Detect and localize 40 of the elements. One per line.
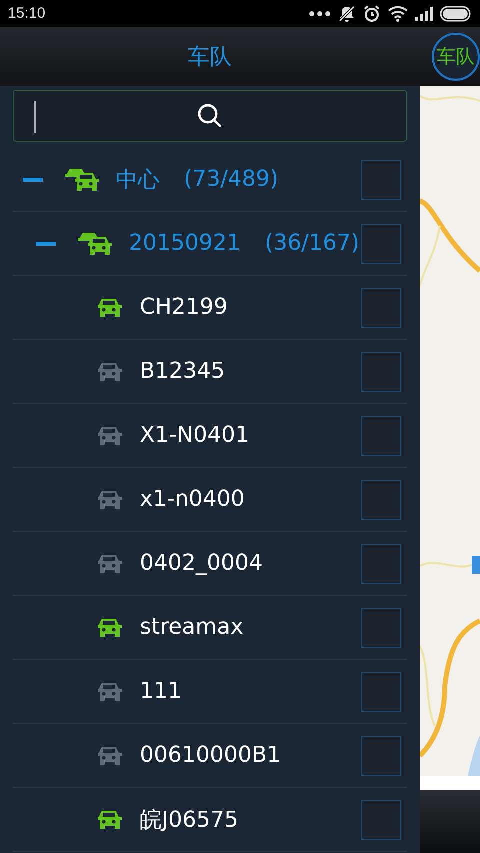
- vehicle-name[interactable]: X1-N0401: [140, 423, 250, 448]
- collapse-icon[interactable]: [23, 178, 43, 182]
- screen-title: 车队: [188, 44, 232, 72]
- checkbox[interactable]: [361, 672, 401, 712]
- checkbox[interactable]: [361, 736, 401, 776]
- vehicle-name[interactable]: B12345: [140, 359, 226, 384]
- checkbox[interactable]: [361, 480, 401, 520]
- checkbox[interactable]: [361, 160, 401, 200]
- search-icon: [197, 103, 223, 129]
- battery-icon: [440, 6, 472, 22]
- checkbox[interactable]: [361, 800, 401, 840]
- checkbox[interactable]: [361, 288, 401, 328]
- vehicle-name[interactable]: 00610000B1: [140, 743, 282, 768]
- checkbox[interactable]: [361, 416, 401, 456]
- vehicle-name[interactable]: 0402_0004: [140, 551, 263, 576]
- wifi-icon: [388, 6, 408, 22]
- checkbox[interactable]: [361, 608, 401, 648]
- search-field[interactable]: [13, 90, 407, 142]
- alarm-clock-icon: [363, 4, 381, 22]
- vehicle-name[interactable]: 皖J06575: [140, 804, 238, 834]
- group-name[interactable]: 中心: [116, 164, 160, 194]
- cars-icon: [64, 166, 102, 192]
- muted-bell-icon: [338, 4, 356, 22]
- cars-icon: [77, 230, 115, 256]
- collapse-icon[interactable]: [36, 242, 56, 246]
- vehicle-name[interactable]: 111: [140, 679, 182, 704]
- bottom-bar: [420, 790, 480, 853]
- checkbox[interactable]: [361, 224, 401, 264]
- fleet-button[interactable]: 车队: [432, 32, 480, 80]
- checkbox[interactable]: [361, 544, 401, 584]
- status-time: 15:10: [8, 5, 46, 22]
- vehicle-name[interactable]: CH2199: [140, 295, 228, 320]
- signal-icon: [415, 6, 433, 20]
- vehicle-name[interactable]: x1-n0400: [140, 487, 245, 512]
- group-name[interactable]: 20150921: [129, 231, 241, 256]
- vehicle-name[interactable]: streamax: [140, 615, 244, 640]
- group-count: (36/167): [264, 231, 360, 256]
- more-icon: [309, 10, 331, 16]
- group-count: (73/489): [184, 167, 279, 192]
- checkbox[interactable]: [361, 352, 401, 392]
